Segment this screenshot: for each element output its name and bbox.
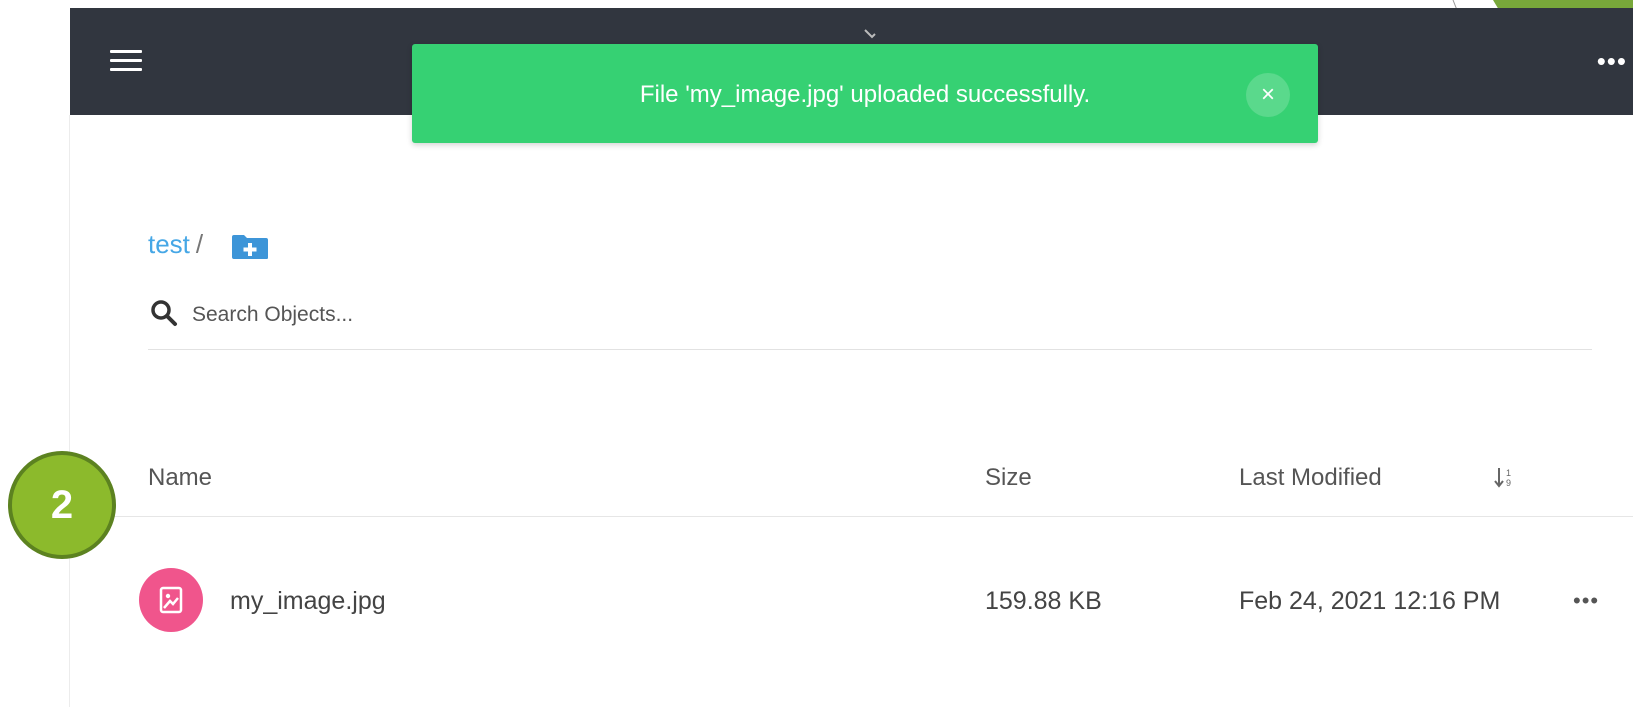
table-row[interactable]: my_image.jpg 159.88 KB Feb 24, 2021 12:1… [70, 540, 1633, 660]
column-header-name[interactable]: Name [148, 464, 212, 492]
file-last-modified: Feb 24, 2021 12:16 PM [1239, 587, 1501, 615]
svg-text:9: 9 [1506, 478, 1511, 488]
image-file-icon [139, 568, 203, 632]
toast-close-button[interactable]: × [1246, 73, 1290, 117]
breadcrumb: test / [148, 229, 203, 260]
folder-plus-icon[interactable] [231, 234, 269, 260]
svg-text:1: 1 [1506, 468, 1511, 478]
search-input[interactable] [192, 298, 1582, 332]
table-header-divider [70, 516, 1633, 517]
upload-success-toast: File 'my_image.jpg' uploaded successfull… [412, 44, 1318, 143]
breadcrumb-bucket-link[interactable]: test [148, 229, 190, 259]
column-header-size[interactable]: Size [985, 464, 1032, 492]
file-name[interactable]: my_image.jpg [230, 587, 386, 616]
more-horizontal-icon[interactable]: ••• [1597, 48, 1627, 74]
breadcrumb-separator: / [195, 229, 204, 259]
hamburger-menu-icon[interactable] [110, 50, 142, 74]
logo-icon [863, 28, 885, 42]
column-header-last-modified[interactable]: Last Modified [1239, 464, 1382, 492]
row-actions-more-icon[interactable]: ••• [1573, 588, 1599, 614]
search-icon [150, 299, 178, 327]
toast-message: File 'my_image.jpg' uploaded successfull… [639, 81, 1091, 108]
sort-icon[interactable]: 1 9 [1494, 466, 1516, 494]
search-underline [148, 349, 1592, 350]
slide-gutter [0, 0, 69, 707]
step-number-badge: 2 [8, 451, 116, 559]
file-size: 159.88 KB [985, 587, 1102, 615]
